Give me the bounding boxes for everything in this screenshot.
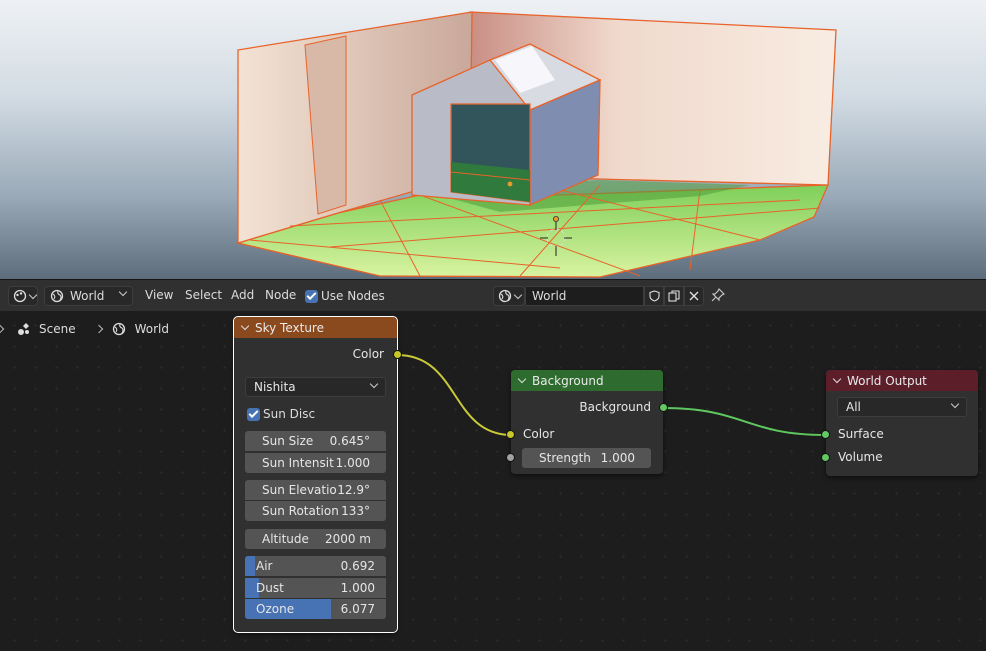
sun-elevation-field[interactable]: Sun Elevatio 12.9° [245,480,386,500]
use-nodes-toggle[interactable]: Use Nodes [305,289,385,303]
chevron-down-icon [513,290,523,299]
shader-type-label: World [70,289,105,303]
duplicate-icon [668,290,680,302]
sun-size-value: 0.645° [329,434,370,448]
node-header[interactable]: Background [511,370,663,391]
strength-value: 1.000 [600,451,635,465]
target-value: All [846,400,861,414]
air-value: 0.692 [340,559,375,573]
ozone-value: 6.077 [340,602,375,616]
chevron-down-icon [950,399,960,409]
node-editor-icon [13,289,27,303]
strength-label: Strength [539,451,591,465]
dust-value: 1.000 [340,581,375,595]
chevron-down-icon [28,290,38,299]
sun-disc-checkbox[interactable] [247,407,260,421]
link-sky-to-background [396,354,513,436]
output-background-socket[interactable] [659,403,668,412]
sun-rotation-value: 133° [341,504,370,518]
output-background-label: Background [579,400,651,414]
node-sky-texture[interactable]: Sky Texture Color Nishita Sun Disc Sun S… [233,316,402,633]
chevron-down-icon[interactable] [517,374,527,384]
node-background[interactable]: Background Background Color Strength 1.0… [506,370,668,474]
ozone-slider[interactable]: Ozone 6.077 [245,599,386,619]
sun-intensity-value: 1.000 [335,456,370,470]
target-dropdown[interactable]: All [837,397,967,417]
close-icon [689,291,699,301]
input-volume-socket[interactable] [821,453,830,462]
use-nodes-label: Use Nodes [321,289,385,303]
node-title: Sky Texture [255,320,324,335]
dust-slider[interactable]: Dust 1.000 [245,578,386,598]
world-browse-button[interactable] [493,286,525,306]
node-editor-header: World View Select Add Node Use Nodes Wor… [0,279,986,311]
air-slider-fill [245,556,255,576]
duplicate-button[interactable] [664,286,684,306]
input-volume-label: Volume [838,450,883,464]
sun-disc-toggle[interactable]: Sun Disc [247,407,315,421]
editor-type-selector[interactable] [8,286,38,306]
3d-viewport[interactable] [0,0,986,279]
link-background-to-output [662,407,827,436]
world-name-value: World [532,289,567,303]
node-title: Background [532,373,604,388]
world-icon [50,289,64,303]
pin-icon [711,288,725,302]
node-world-output[interactable]: World Output All Surface Volume [821,370,978,476]
fake-user-button[interactable] [644,286,664,306]
world-icon [498,289,512,303]
world-name-field[interactable]: World [525,286,644,306]
sky-type-dropdown[interactable]: Nishita [245,377,386,397]
chevron-down-icon[interactable] [832,374,842,384]
node-editor-canvas[interactable]: Scene World Sky Texture Color Nishita Su… [0,311,986,651]
node-title: World Output [847,373,927,388]
air-label: Air [256,559,273,573]
altitude-value: 2000 m [324,532,371,546]
sun-rotation-field[interactable]: Sun Rotation 133° [245,501,386,521]
sun-size-field[interactable]: Sun Size 0.645° [245,431,386,451]
shader-type-dropdown[interactable]: World [44,286,133,306]
sun-elevation-value: 12.9° [337,483,370,497]
pin-button[interactable] [711,288,725,305]
menu-add[interactable]: Add [231,288,254,302]
input-color-socket[interactable] [506,430,515,439]
sun-intensity-field[interactable]: Sun Intensit 1.000 [245,453,386,473]
unlink-button[interactable] [684,286,704,306]
input-surface-label: Surface [838,427,884,441]
altitude-field[interactable]: Altitude 2000 m [245,529,386,549]
menu-view[interactable]: View [145,288,173,302]
use-nodes-checkbox[interactable] [305,289,318,303]
sun-disc-label: Sun Disc [263,407,316,421]
scene-render [235,11,837,278]
node-header[interactable]: World Output [826,370,978,391]
sun-elevation-label: Sun Elevatio [262,483,337,497]
input-color-label: Color [523,427,555,441]
sky-type-value: Nishita [254,380,296,394]
menu-select[interactable]: Select [185,288,222,302]
chevron-down-icon[interactable] [240,321,250,331]
sun-size-label: Sun Size [262,434,314,448]
shield-icon [648,290,660,302]
menu-node[interactable]: Node [265,288,296,302]
air-slider[interactable]: Air 0.692 [245,556,386,576]
node-links [396,354,827,436]
altitude-label: Altitude [262,532,309,546]
sun-intensity-label: Sun Intensit [262,456,334,470]
output-color-socket[interactable] [393,350,402,359]
ozone-label: Ozone [256,602,295,616]
input-surface-socket[interactable] [821,430,830,439]
dust-label: Dust [256,581,284,595]
input-strength-socket[interactable] [506,453,515,462]
output-color-label: Color [352,347,384,361]
chevron-down-icon [118,287,128,297]
strength-field[interactable]: Strength 1.000 [522,448,651,468]
sun-rotation-label: Sun Rotation [262,504,339,518]
chevron-down-icon [369,379,379,389]
node-header[interactable]: Sky Texture [234,317,397,338]
